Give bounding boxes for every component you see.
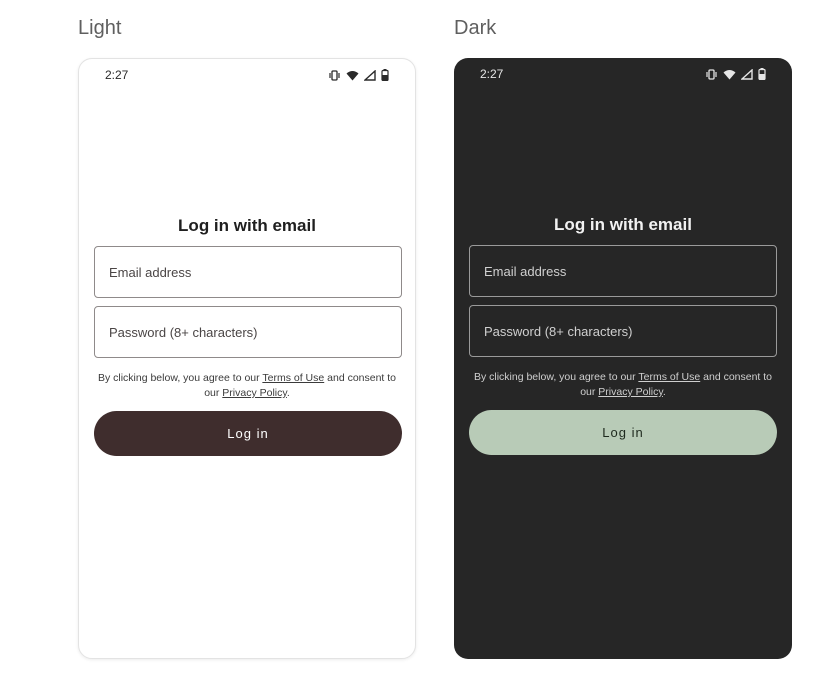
login-title: Log in with email: [178, 216, 316, 235]
terms-suffix: .: [286, 387, 290, 399]
vibrate-icon: [329, 69, 340, 81]
privacy-policy-link[interactable]: Privacy Policy: [598, 386, 663, 398]
terms-prefix: By clicking below, you agree to our: [97, 372, 263, 384]
password-field[interactable]: Password (8+ characters): [94, 306, 402, 358]
terms-suffix: .: [662, 386, 666, 398]
login-button[interactable]: Log in: [469, 410, 777, 455]
password-field[interactable]: Password (8+ characters): [469, 305, 777, 357]
cell-signal-icon: [364, 69, 376, 81]
privacy-policy-link[interactable]: Privacy Policy: [222, 387, 287, 399]
status-bar: 2:27: [480, 66, 766, 82]
terms-prefix: By clicking below, you agree to our: [473, 371, 639, 383]
password-placeholder: Password (8+ characters): [109, 324, 258, 340]
email-field[interactable]: Email address: [469, 245, 777, 297]
status-bar: 2:27: [105, 67, 389, 83]
status-time: 2:27: [480, 67, 504, 81]
email-field[interactable]: Email address: [94, 246, 402, 298]
email-placeholder: Email address: [484, 263, 567, 279]
terms-of-use-link[interactable]: Terms of Use: [262, 372, 324, 384]
light-theme-label: Light: [78, 17, 122, 39]
dark-phone-screen: 2:27 Log in with email Email address Pas…: [454, 58, 792, 659]
battery-icon: [381, 69, 389, 81]
login-button[interactable]: Log in: [94, 411, 402, 456]
status-icons: [705, 68, 766, 80]
password-placeholder: Password (8+ characters): [484, 323, 633, 339]
login-title: Log in with email: [554, 215, 692, 234]
status-icons: [328, 69, 389, 81]
terms-notice: By clicking below, you agree to our Term…: [91, 371, 403, 401]
wifi-icon: [346, 70, 359, 80]
terms-of-use-link[interactable]: Terms of Use: [638, 371, 700, 383]
battery-icon: [758, 68, 766, 80]
wifi-icon: [723, 69, 736, 79]
dark-theme-label: Dark: [454, 17, 497, 39]
status-time: 2:27: [105, 68, 129, 82]
cell-signal-icon: [741, 68, 753, 80]
vibrate-icon: [706, 68, 717, 80]
terms-notice: By clicking below, you agree to our Term…: [466, 370, 780, 400]
email-placeholder: Email address: [109, 264, 192, 280]
light-phone-screen: 2:27 Log in with email Email address Pas…: [78, 58, 416, 659]
